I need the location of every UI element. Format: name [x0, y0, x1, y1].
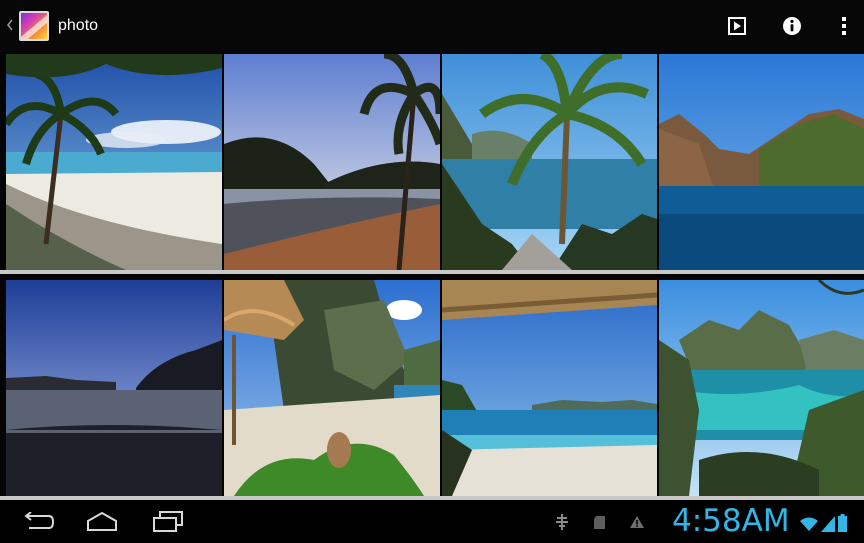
photo-thumbnail-7[interactable] — [442, 280, 657, 496]
photo-thumbnail-2[interactable] — [224, 54, 440, 270]
system-bar: 4:58AM — [0, 500, 864, 543]
photo-thumbnail-5[interactable] — [6, 280, 222, 496]
usb-debug-icon[interactable] — [553, 513, 571, 531]
photo-thumbnail-3[interactable] — [442, 54, 657, 270]
wifi-icon — [800, 517, 818, 531]
photo-thumbnail-8[interactable] — [659, 280, 864, 496]
action-bar: photo — [0, 0, 864, 52]
photo-thumbnail-1[interactable] — [6, 54, 222, 270]
info-icon — [783, 17, 801, 35]
recents-icon — [153, 511, 183, 532]
sd-card-icon[interactable] — [591, 513, 609, 531]
recents-button[interactable] — [144, 508, 192, 536]
row-separator — [0, 270, 864, 274]
battery-icon — [838, 514, 847, 532]
status-clock[interactable]: 4:58AM — [672, 503, 790, 539]
gallery-app-icon[interactable] — [19, 11, 49, 41]
up-caret-icon[interactable] — [7, 19, 13, 31]
slideshow-icon — [728, 17, 746, 35]
home-icon — [87, 512, 117, 531]
photo-thumbnail-4[interactable] — [659, 54, 864, 270]
photo-grid — [0, 52, 864, 500]
overflow-menu-icon — [842, 17, 846, 35]
warning-icon[interactable] — [628, 513, 646, 531]
overflow-menu-button[interactable] — [830, 12, 858, 40]
status-icons[interactable] — [800, 512, 847, 532]
slideshow-button[interactable] — [723, 12, 751, 40]
back-button[interactable] — [14, 508, 62, 536]
signal-icon — [821, 516, 835, 532]
home-button[interactable] — [78, 508, 126, 536]
details-button[interactable] — [778, 12, 806, 40]
album-title: photo — [58, 17, 99, 34]
photo-thumbnail-6[interactable] — [224, 280, 440, 496]
back-icon — [24, 512, 55, 529]
